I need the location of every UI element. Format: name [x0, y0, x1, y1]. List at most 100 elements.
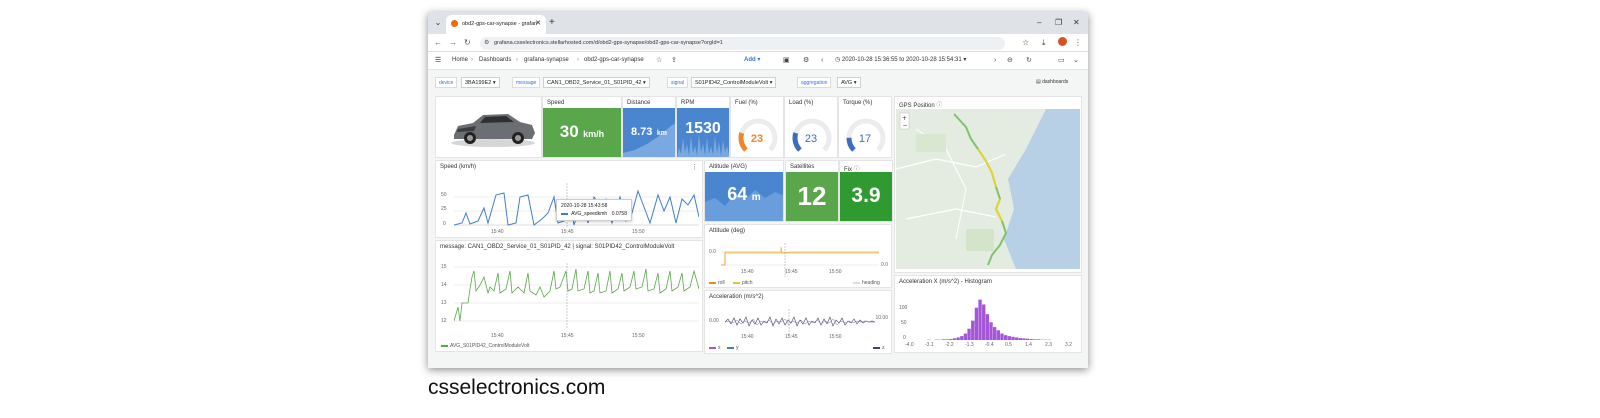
torque-gauge-panel[interactable]: Torque (%) 17	[838, 96, 892, 158]
device-select[interactable]: 3BA199E2 ▾	[461, 77, 500, 88]
histogram-bar	[1014, 337, 1019, 340]
time-range-picker[interactable]: ◷ 2020-10-28 15:36:55 to 2020-10-28 15:5…	[835, 56, 966, 63]
panel-title: GPS Position ⓘ	[899, 103, 943, 109]
signal-chart-panel[interactable]: message: CAN1_OBD2_Service_01_S01PID_42 …	[435, 240, 703, 352]
breadcrumb-dashboards[interactable]: Dashboards	[479, 56, 511, 65]
signal-select[interactable]: S01PID42_ControlModuleVolt ▾	[691, 77, 777, 88]
tab-search-icon[interactable]: ⌄	[432, 17, 444, 29]
load-gauge-panel[interactable]: Load (%) 23	[784, 96, 838, 158]
legend-x[interactable]: x	[709, 345, 721, 351]
x-tick: 15:45	[785, 334, 798, 340]
back-icon[interactable]: ←	[434, 37, 442, 49]
time-forward-icon[interactable]: ›	[994, 55, 996, 66]
altitude-avg-panel[interactable]: Altitude (AVG) 64 m	[704, 160, 784, 222]
tab-title: obd2-gps-car-synapse - grafan	[462, 21, 538, 27]
tv-mode-icon[interactable]: ▭	[1058, 55, 1065, 66]
add-button[interactable]: Add ▾	[744, 56, 760, 63]
x-tick: 0.5	[1005, 342, 1012, 348]
speed-chart-panel[interactable]: Speed (km/h) ⋮ 50 25 0 15:40 15:45 15:50…	[435, 160, 703, 238]
hover-tooltip: 2020-10-28 15:43:58 AVG_speedkmh 0.0758	[556, 199, 632, 221]
histogram-bar	[1033, 339, 1037, 340]
breadcrumb-separator: ›	[516, 57, 518, 63]
tooltip-value: 0.0758	[611, 211, 627, 217]
speed-unit: km/h	[583, 129, 605, 139]
message-select[interactable]: CAN1_OBD2_Service_01_S01PID_42 ▾	[543, 77, 650, 88]
save-icon[interactable]: ▣	[783, 55, 790, 66]
x-tick: 2.3	[1045, 342, 1052, 348]
maximize-icon[interactable]: ❐	[1055, 17, 1062, 29]
minimize-icon[interactable]: –	[1037, 17, 1041, 29]
x-tick: 15:50	[632, 229, 645, 235]
histogram-bar	[945, 339, 949, 340]
fix-panel[interactable]: Fix ⓘ 3.9	[839, 160, 893, 222]
rpm-stat-panel[interactable]: RPM 1530	[676, 96, 730, 158]
x-tick: 15:40	[491, 229, 504, 235]
legend-item[interactable]: AVG_S01PID42_ControlModuleVolt	[441, 343, 529, 349]
close-window-icon[interactable]: ✕	[1073, 17, 1080, 29]
share-icon[interactable]: ⇪	[671, 55, 677, 66]
satellites-panel[interactable]: Satellites 12	[785, 160, 839, 222]
menu-icon[interactable]: ☰	[435, 55, 441, 66]
url-input[interactable]: ⚙ grafana.csselectronics.stellarhosted.c…	[480, 37, 1005, 50]
panel-title: Altitude (AVG)	[709, 164, 747, 170]
legend-roll[interactable]: roll	[709, 280, 725, 286]
time-back-icon[interactable]: ‹	[821, 55, 823, 66]
histogram-bar	[982, 304, 986, 340]
speed-stat-panel[interactable]: Speed 30 km/h	[542, 96, 622, 158]
y-tick: 50	[441, 192, 447, 198]
y-tick: 50	[901, 320, 907, 326]
tab-close-icon[interactable]: ✕	[535, 19, 541, 27]
browser-tab[interactable]: obd2-gps-car-synapse - grafan ✕	[446, 15, 546, 34]
histogram-bar	[956, 337, 960, 340]
x-tick: 1.4	[1025, 342, 1032, 348]
star-dashboard-icon[interactable]: ☆	[656, 55, 662, 66]
clock-icon: ◷	[835, 57, 841, 63]
breadcrumb-separator: ›	[577, 57, 579, 63]
tab-bar: ⌄ obd2-gps-car-synapse - grafan ✕ + – ❐ …	[428, 12, 1088, 34]
browser-menu-icon[interactable]: ⋮	[1074, 37, 1082, 49]
dashboards-link[interactable]: ▤ dashboards	[1036, 79, 1068, 85]
panel-title: Distance	[627, 100, 651, 106]
histogram-bar	[949, 339, 953, 340]
y-tick: 100	[899, 305, 908, 311]
reload-icon[interactable]: ↻	[464, 37, 471, 49]
bookmark-star-icon[interactable]: ☆	[1022, 37, 1029, 49]
legend-pitch[interactable]: pitch	[733, 280, 753, 286]
download-icon[interactable]: ⤓	[1042, 37, 1046, 49]
profile-avatar[interactable]	[1058, 37, 1067, 46]
acceleration-chart-panel[interactable]: Acceleration (m/s^2) 0.00 10.00 15:40 15…	[704, 290, 892, 354]
y-tick: 13	[441, 300, 447, 306]
signal-label: signal	[667, 77, 689, 88]
zoom-out-icon[interactable]: ⊖	[1007, 55, 1013, 66]
aggregation-label: aggregation	[797, 77, 832, 88]
fuel-gauge-panel[interactable]: Fuel (%) 23	[730, 96, 784, 158]
legend-y[interactable]: y	[727, 345, 739, 351]
attitude-chart-panel[interactable]: Attitude (deg) 0.0 0.0 15:40 15:45 15:50…	[704, 224, 892, 288]
x-tick: 3.2	[1065, 342, 1072, 348]
forward-icon[interactable]: →	[449, 37, 457, 49]
y-tick-left: 0.0	[709, 249, 716, 255]
new-tab-button[interactable]: +	[549, 17, 555, 29]
distance-stat-panel[interactable]: Distance 8.73 km	[622, 96, 676, 158]
legend-z[interactable]: z	[873, 345, 885, 351]
message-label: message	[512, 77, 541, 88]
breadcrumb-home[interactable]: Home	[452, 56, 468, 65]
load-value: 23	[804, 133, 818, 145]
voltage-series-line	[454, 268, 699, 322]
panel-menu-icon[interactable]: ⋮	[691, 163, 698, 171]
legend-heading[interactable]: heading	[853, 280, 880, 286]
histogram-panel[interactable]: Acceleration X (m/s^2) - Histogram 100 5…	[894, 275, 1082, 353]
collapse-icon[interactable]: ⌄	[1073, 55, 1079, 66]
site-info-icon[interactable]: ⚙	[484, 39, 489, 46]
url-text: grafana.csselectronics.stellarhosted.com…	[494, 40, 723, 46]
gps-position-panel[interactable]: GPS Position ⓘ + −	[894, 96, 1082, 273]
refresh-icon[interactable]: ↻	[1026, 55, 1032, 66]
breadcrumb-separator: ›	[471, 57, 473, 63]
fix-value: 3.9	[851, 184, 881, 207]
breadcrumb-folder[interactable]: grafana-synapse	[524, 56, 569, 65]
panel-title: Acceleration (m/s^2)	[709, 294, 764, 300]
gps-map[interactable]: + −	[895, 109, 1080, 269]
histogram-bar	[1029, 339, 1033, 340]
aggregation-select[interactable]: AVG ▾	[837, 77, 861, 88]
settings-gear-icon[interactable]: ⚙	[803, 55, 809, 66]
